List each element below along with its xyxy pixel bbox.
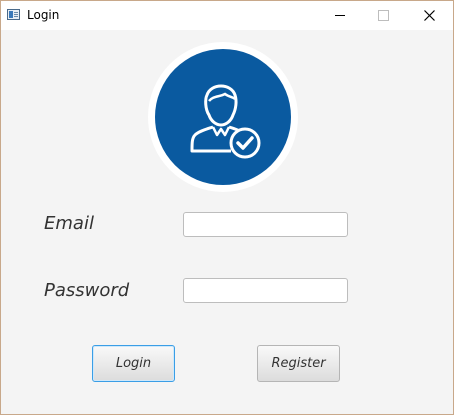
login-window: Login Email Password Login Register bbox=[0, 0, 454, 415]
close-button[interactable] bbox=[407, 1, 453, 30]
avatar bbox=[155, 49, 291, 185]
user-check-icon bbox=[190, 84, 261, 159]
login-button[interactable]: Login bbox=[92, 345, 175, 382]
register-button[interactable]: Register bbox=[257, 345, 340, 382]
close-icon bbox=[424, 10, 435, 21]
email-field[interactable] bbox=[183, 212, 348, 237]
title-bar[interactable]: Login bbox=[1, 1, 453, 30]
email-label: Email bbox=[44, 213, 94, 234]
minimize-button[interactable] bbox=[317, 1, 363, 30]
app-window-icon bbox=[7, 9, 20, 20]
password-field[interactable] bbox=[183, 278, 348, 303]
window-title: Login bbox=[27, 8, 60, 22]
password-label: Password bbox=[44, 280, 130, 301]
avatar-ring bbox=[148, 42, 298, 192]
maximize-button[interactable] bbox=[361, 1, 407, 30]
